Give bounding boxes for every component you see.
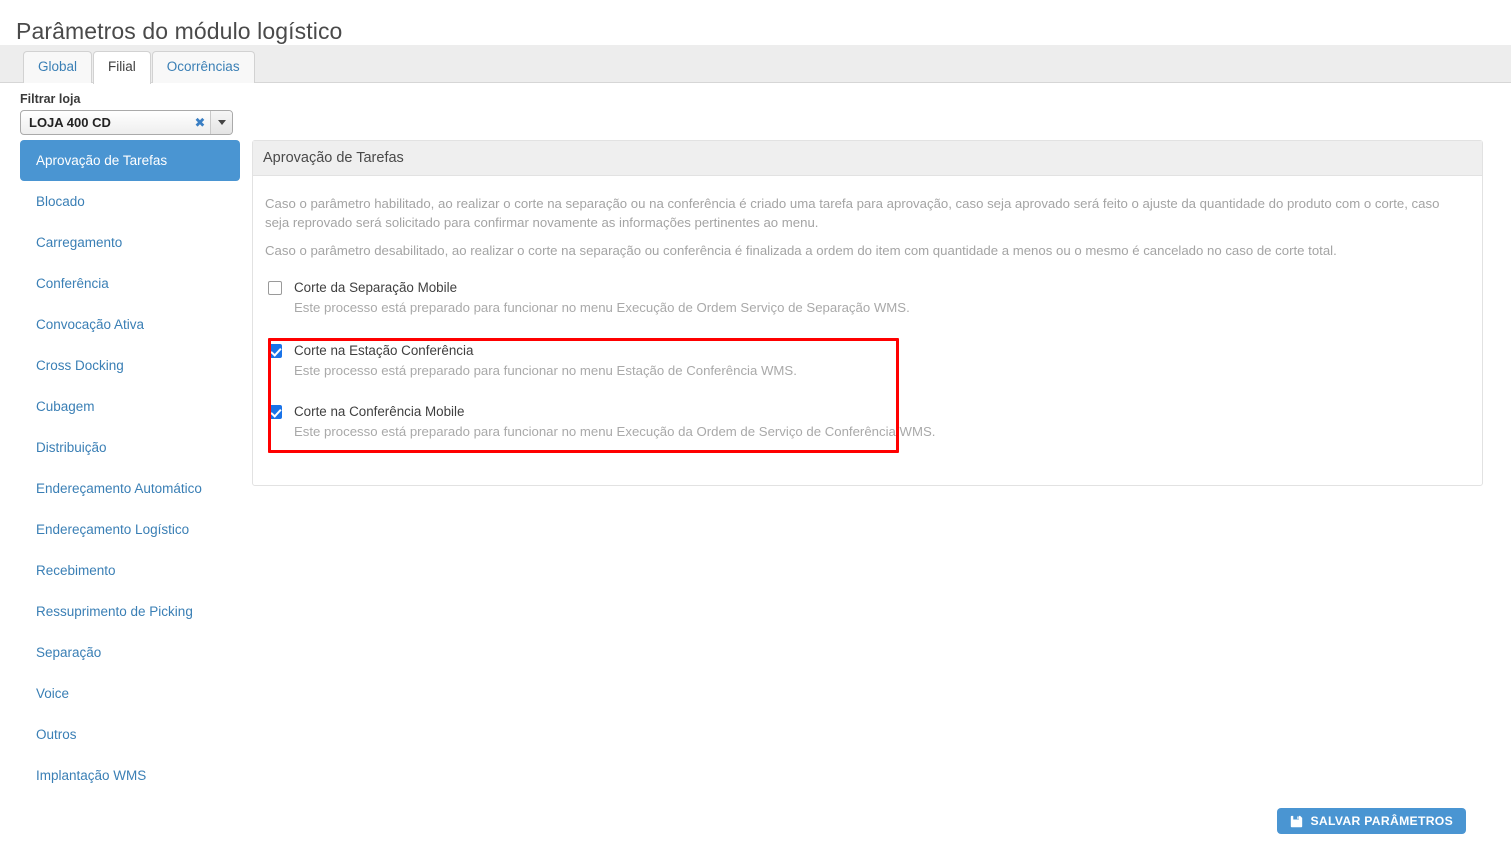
panel-header: Aprovação de Tarefas [253,141,1482,176]
sidebar-item-conferencia[interactable]: Conferência [20,263,240,304]
tab-bar: Global Filial Ocorrências [0,45,1511,84]
sidebar-item-distribuicao[interactable]: Distribuição [20,427,240,468]
save-button-label: SALVAR PARÂMETROS [1310,814,1453,828]
save-floppy-icon [1290,815,1303,828]
sidebar-item-carregamento[interactable]: Carregamento [20,222,240,263]
option-label: Corte da Separação Mobile [294,280,458,295]
store-select[interactable]: LOJA 400 CD ✖ [20,110,233,135]
tab-global[interactable]: Global [23,51,93,83]
option-corte-na-estacao-conferencia[interactable]: Corte na Estação Conferência Este proces… [265,343,1470,380]
sidebar: Aprovação de Tarefas Blocado Carregament… [20,140,240,796]
sidebar-item-enderecamento-automatico[interactable]: Endereçamento Automático [20,468,240,509]
option-hint: Este processo está preparado para funcio… [294,300,910,315]
tab-ocorrencias[interactable]: Ocorrências [151,51,255,83]
tab-filial[interactable]: Filial [93,51,151,84]
page-title: Parâmetros do módulo logístico [16,18,343,45]
sidebar-item-enderecamento-logistico[interactable]: Endereçamento Logístico [20,509,240,550]
panel-title: Aprovação de Tarefas [263,150,404,166]
option-label: Corte na Estação Conferência [294,343,474,358]
sidebar-item-separacao[interactable]: Separação [20,632,240,673]
option-corte-na-conferencia-mobile[interactable]: Corte na Conferência Mobile Este process… [265,404,1470,441]
chevron-down-icon[interactable] [210,111,232,134]
option-label: Corte na Conferência Mobile [294,404,465,419]
option-hint: Este processo está preparado para funcio… [294,424,936,439]
sidebar-item-recebimento[interactable]: Recebimento [20,550,240,591]
checkbox-corte-da-separacao-mobile[interactable] [268,281,282,295]
sidebar-item-voice[interactable]: Voice [20,673,240,714]
panel-description-enabled: Caso o parâmetro habilitado, ao realizar… [265,196,1440,230]
save-parameters-button[interactable]: SALVAR PARÂMETROS [1277,808,1466,834]
checkbox-corte-na-estacao-conferencia[interactable] [268,344,282,358]
sidebar-item-implantacao-wms[interactable]: Implantação WMS [20,755,240,796]
store-filter: Filtrar loja LOJA 400 CD ✖ [20,92,233,135]
panel-body: Caso o parâmetro habilitado, ao realizar… [253,176,1482,485]
option-list: Corte da Separação Mobile Este processo … [265,280,1470,453]
store-select-value: LOJA 400 CD [29,115,111,130]
app-page: Parâmetros do módulo logístico Global Fi… [0,0,1511,846]
sidebar-item-cubagem[interactable]: Cubagem [20,386,240,427]
sidebar-item-convocacao-ativa[interactable]: Convocação Ativa [20,304,240,345]
store-filter-label: Filtrar loja [20,92,81,106]
checkbox-corte-na-conferencia-mobile[interactable] [268,405,282,419]
option-hint: Este processo está preparado para funcio… [294,363,797,378]
panel-description-disabled: Caso o parâmetro desabilitado, ao realiz… [265,243,1337,258]
settings-panel: Aprovação de Tarefas Caso o parâmetro ha… [252,140,1483,486]
clear-icon[interactable]: ✖ [190,111,210,134]
sidebar-item-aprovacao-de-tarefas[interactable]: Aprovação de Tarefas [20,140,240,181]
tab-list: Global Filial Ocorrências [23,51,255,84]
sidebar-item-ressuprimento-de-picking[interactable]: Ressuprimento de Picking [20,591,240,632]
option-corte-da-separacao-mobile[interactable]: Corte da Separação Mobile Este processo … [265,280,1470,317]
sidebar-item-blocado[interactable]: Blocado [20,181,240,222]
footer-bar: SALVAR PARÂMETROS [0,800,1511,846]
sidebar-item-cross-docking[interactable]: Cross Docking [20,345,240,386]
sidebar-item-outros[interactable]: Outros [20,714,240,755]
